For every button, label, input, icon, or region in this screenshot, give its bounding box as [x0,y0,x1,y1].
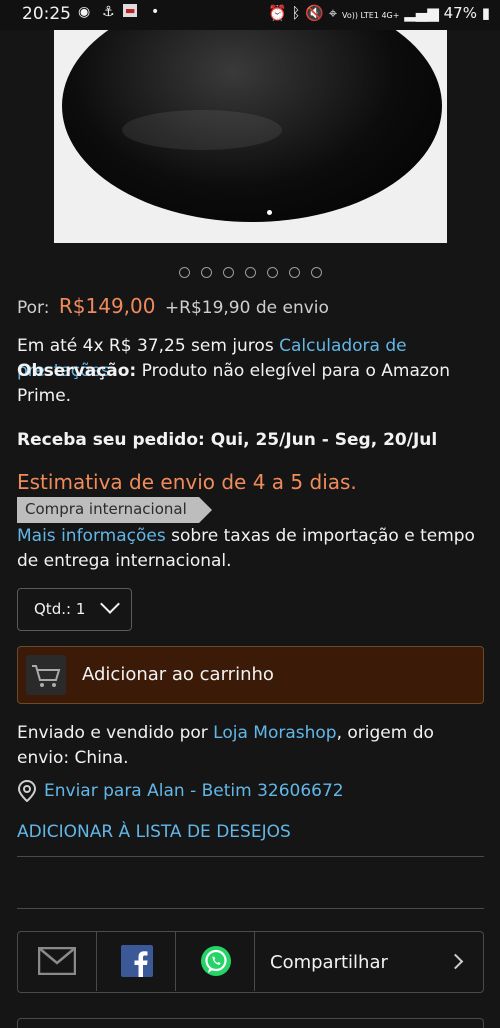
divider [17,908,484,909]
international-badge: Compra internacional [17,497,212,523]
add-to-cart-label: Adicionar ao carrinho [82,664,274,685]
share-email-button[interactable] [18,932,97,991]
price-row: Por: R$149,00 +R$19,90 de envio [17,294,329,318]
import-info: Mais informações sobre taxas de importaç… [17,524,487,574]
quantity-value: 1 [75,600,86,618]
email-icon [38,947,76,975]
shipping-price: +R$19,90 de envio [164,298,329,318]
add-to-cart-button[interactable]: Adicionar ao carrinho [17,646,484,704]
mute-icon: 🔇 [305,4,324,22]
seller-link[interactable]: Loja Morashop [213,723,336,743]
facebook-icon [121,945,153,977]
product-led [267,210,272,215]
battery-icon: ▮ [481,4,490,22]
next-section-card [17,1018,484,1028]
share-label[interactable]: Compartilhar [270,952,388,973]
whatsapp-notification-icon: ◉ [78,4,91,20]
more-notifications-icon: • [151,4,160,20]
quantity-select[interactable]: Qtd.: 1 [17,588,132,631]
product-device-shape [62,30,442,222]
observation-label: Observação: [17,361,137,381]
carousel-indicator [0,267,500,278]
share-bar: Compartilhar [17,931,484,993]
installments-text: Em até 4x R$ 37,25 sem juros [17,336,280,356]
status-bar: 20:25 ◉ ⚓ ▬ • ⏰ ᛒ 🔇 ⌖ Vo)) LTE1 4G+ ▂▄▆ … [0,0,500,30]
observation: Observação: Produto não elegível para o … [17,359,487,409]
clock: 20:25 [22,4,71,24]
status-right: ⏰ ᛒ 🔇 ⌖ Vo)) LTE1 4G+ ▂▄▆ 47% ▮ [268,4,490,22]
share-whatsapp-button[interactable] [176,932,255,991]
bluetooth-icon: ᛒ [291,4,301,22]
app-notification-icon: ▬ [123,4,138,17]
more-info-link[interactable]: Mais informações [17,526,166,546]
carousel-dot[interactable] [222,267,234,278]
shipping-estimate: Estimativa de envio de 4 a 5 dias. [17,470,357,494]
carousel-dot[interactable] [266,267,278,278]
cart-icon [26,655,66,695]
price-amount: R$149,00 [58,294,156,318]
carousel-dot[interactable] [244,267,256,278]
divider [17,856,484,857]
ship-to-link[interactable]: Enviar para Alan - Betim 32606672 [44,781,344,801]
price-prefix: Por: [17,298,50,318]
share-facebook-button[interactable] [97,932,176,991]
add-to-wishlist-link[interactable]: ADICIONAR À LISTA DE DESEJOS [17,822,291,842]
carousel-dot[interactable] [200,267,212,278]
alarm-icon: ⏰ [268,4,287,22]
location-icon: ⌖ [328,4,338,22]
carousel-dot[interactable] [178,267,190,278]
battery-level: 47% [443,4,477,22]
chevron-right-icon[interactable] [447,953,464,970]
chevron-down-icon [100,594,120,614]
seller-prefix: Enviado e vendido por [17,723,214,743]
carousel-dot[interactable] [288,267,300,278]
network-label: Vo)) LTE1 4G+ [341,11,400,20]
notification-icon: ⚓ [102,4,115,20]
seller-info: Enviado e vendido por Loja Morashop, ori… [17,721,487,771]
carousel-dot[interactable] [310,267,322,278]
whatsapp-icon [201,946,231,976]
quantity-label: Qtd.: [34,600,72,618]
location-pin-icon [17,779,37,806]
product-highlight [122,110,282,150]
signal-icon: ▂▄▆ [404,4,439,22]
product-image[interactable] [54,30,447,243]
delivery-date: Receba seu pedido: Qui, 25/Jun - Seg, 20… [17,430,438,450]
